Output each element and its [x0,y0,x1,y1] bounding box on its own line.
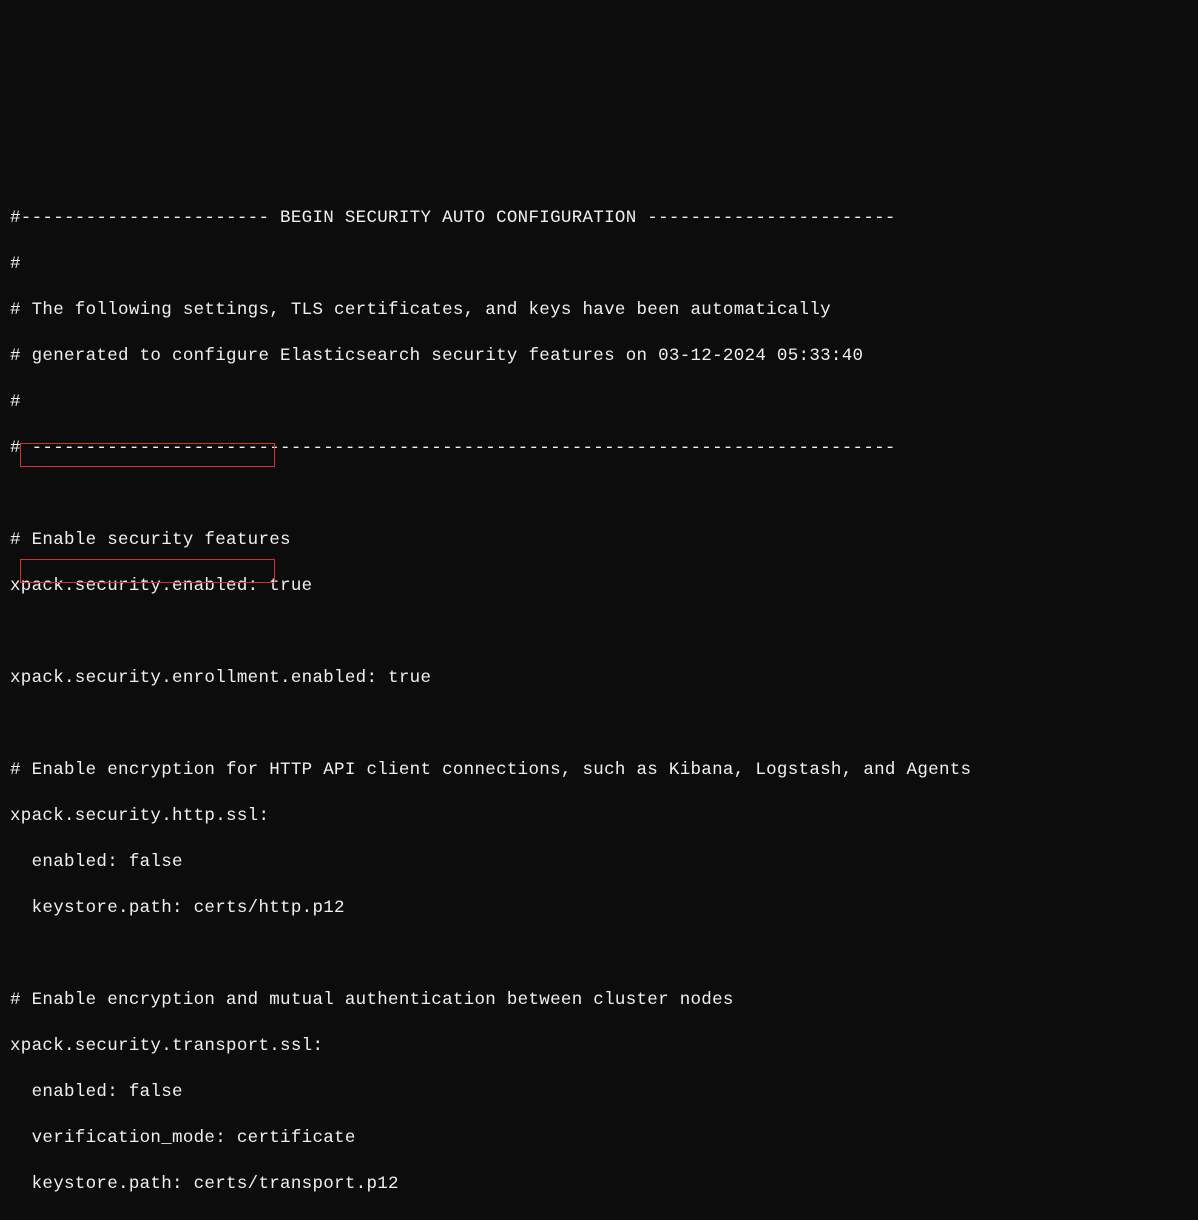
terminal-output[interactable]: #----------------------- BEGIN SECURITY … [10,92,1188,1220]
config-line [10,713,1188,736]
config-line: # Enable encryption and mutual authentic… [10,989,1188,1012]
config-line: truststore.path: certs/transport.p12 [10,1219,1188,1220]
config-line: # generated to configure Elasticsearch s… [10,345,1188,368]
config-line: xpack.security.http.ssl: [10,805,1188,828]
config-line: # [10,391,1188,414]
config-line [10,161,1188,184]
config-line [10,483,1188,506]
config-line: # Enable encryption for HTTP API client … [10,759,1188,782]
config-line-highlighted: enabled: false [10,1081,1188,1104]
config-line: xpack.security.enrollment.enabled: true [10,667,1188,690]
config-line: xpack.security.transport.ssl: [10,1035,1188,1058]
config-line: verification_mode: certificate [10,1127,1188,1150]
config-line: # The following settings, TLS certificat… [10,299,1188,322]
config-line: #----------------------- BEGIN SECURITY … [10,207,1188,230]
config-line: # --------------------------------------… [10,437,1188,460]
config-line-highlighted: enabled: false [10,851,1188,874]
config-line [10,943,1188,966]
config-line: keystore.path: certs/http.p12 [10,897,1188,920]
config-line [10,115,1188,138]
config-line: # [10,253,1188,276]
config-line [10,621,1188,644]
config-line: keystore.path: certs/transport.p12 [10,1173,1188,1196]
config-line: # Enable security features [10,529,1188,552]
config-line: xpack.security.enabled: true [10,575,1188,598]
